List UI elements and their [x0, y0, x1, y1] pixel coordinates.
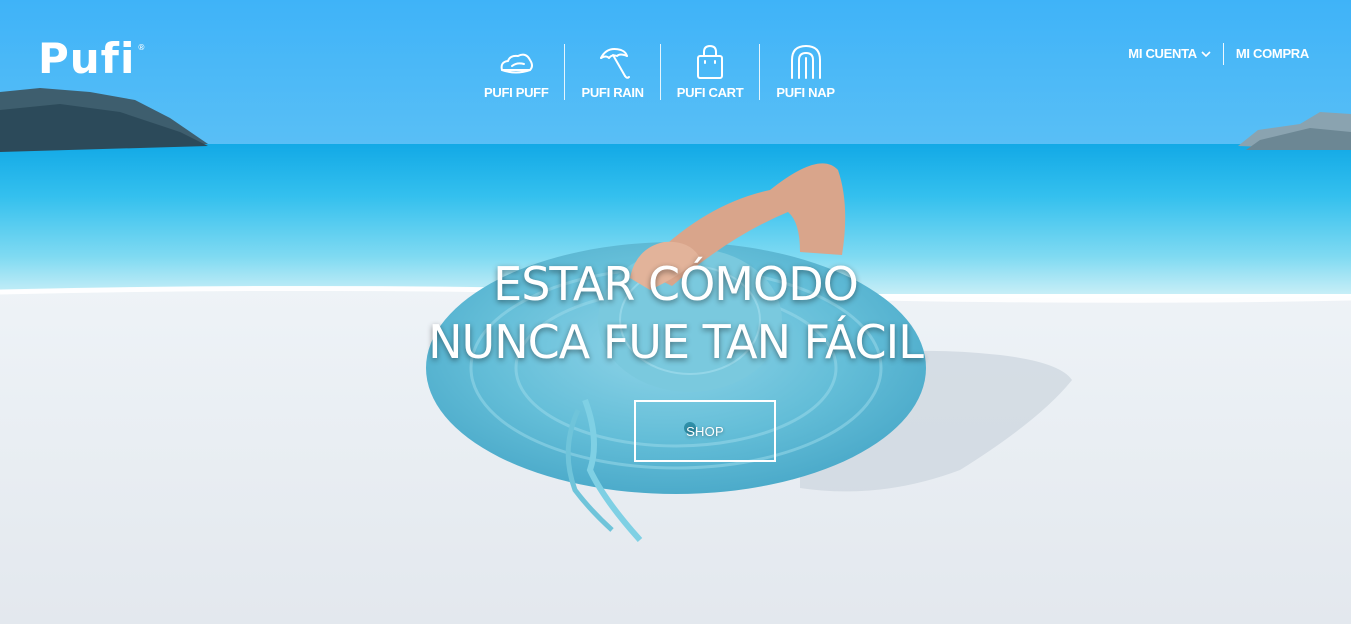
shopping-bag-icon — [690, 44, 730, 80]
site-header: Pufi ® PUFI PUFF PUFI RAIN PUFI CART PUF… — [0, 0, 1351, 110]
pouf-icon — [496, 44, 536, 80]
nav-item-pufi-puff[interactable]: PUFI PUFF — [468, 44, 564, 100]
shop-button[interactable]: SHOP — [634, 400, 776, 462]
my-account-dropdown[interactable]: MI CUENTA — [1116, 40, 1223, 67]
my-account-label: MI CUENTA — [1128, 46, 1197, 61]
hero-headline: ESTAR CÓMODO NUNCA FUE TAN FÁCIL — [0, 255, 1351, 371]
brand-name: Pufi — [38, 34, 136, 83]
registered-mark: ® — [137, 43, 147, 52]
nav-item-pufi-nap[interactable]: PUFI NAP — [759, 44, 850, 100]
my-purchase-label: MI COMPRA — [1235, 46, 1309, 61]
nav-label-pufi-nap: PUFI NAP — [776, 85, 835, 100]
umbrella-icon — [593, 44, 633, 80]
hero-line-1: ESTAR CÓMODO — [493, 257, 859, 311]
my-purchase-link[interactable]: MI COMPRA — [1224, 40, 1321, 67]
nav-label-pufi-cart: PUFI CART — [676, 85, 744, 100]
account-menu: MI CUENTA MI COMPRA — [1116, 40, 1321, 67]
main-nav: PUFI PUFF PUFI RAIN PUFI CART PUFI NAP — [468, 44, 851, 102]
nav-label-pufi-rain: PUFI RAIN — [581, 85, 644, 100]
chevron-down-icon — [1201, 46, 1211, 61]
nav-label-pufi-puff: PUFI PUFF — [484, 85, 549, 100]
pufi-logo[interactable]: Pufi ® — [38, 38, 147, 80]
sleeping-bag-icon — [786, 44, 826, 80]
nav-item-pufi-rain[interactable]: PUFI RAIN — [564, 44, 659, 100]
nav-item-pufi-cart[interactable]: PUFI CART — [659, 44, 760, 100]
hero-line-2: NUNCA FUE TAN FÁCIL — [428, 315, 924, 369]
